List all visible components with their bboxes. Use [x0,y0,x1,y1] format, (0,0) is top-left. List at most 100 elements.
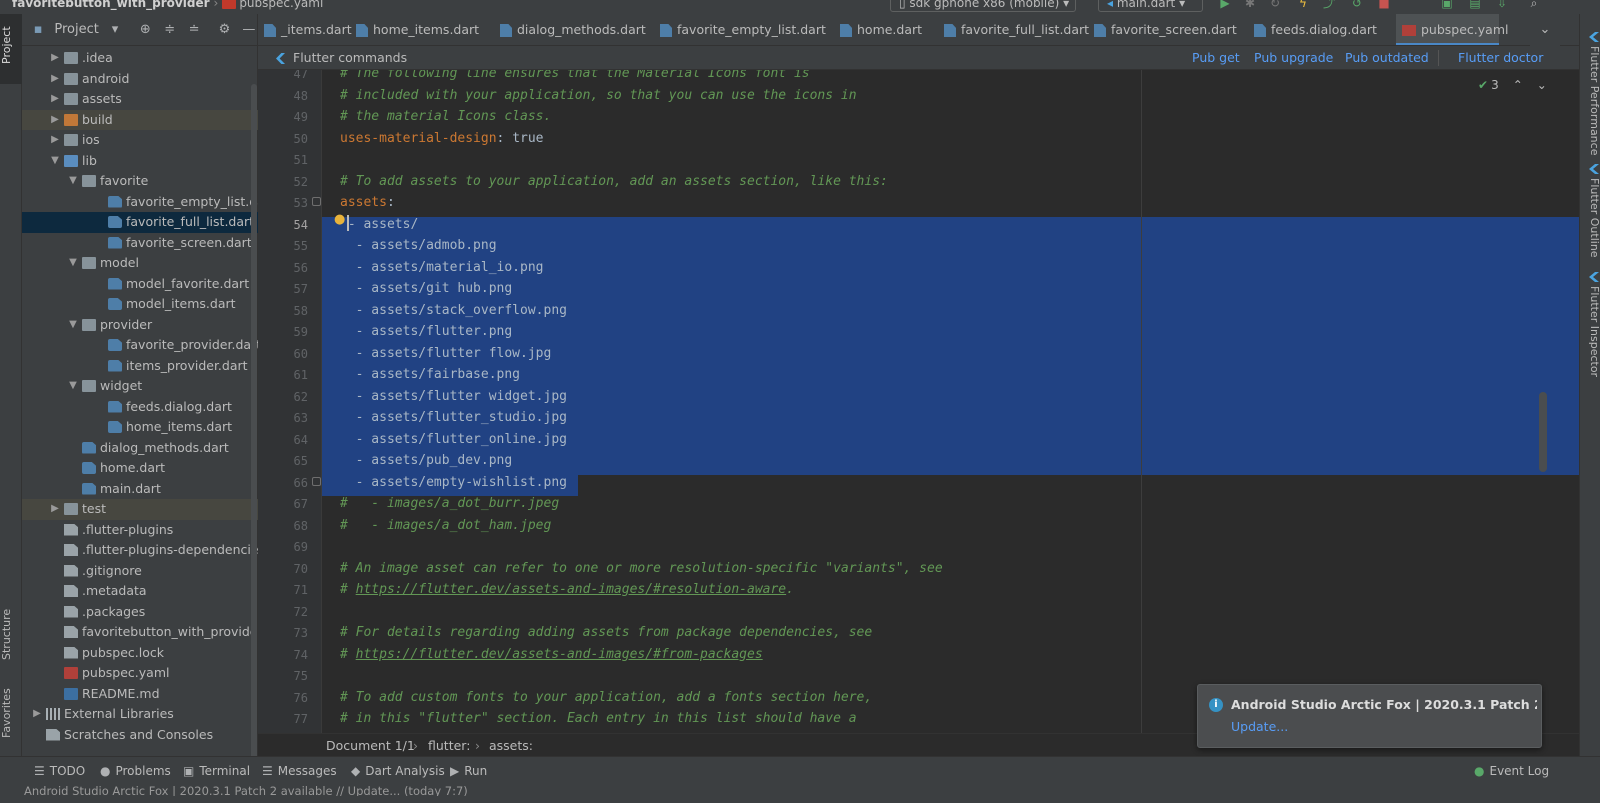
tree-item[interactable]: .flutter-plugins-dependencies [22,540,265,561]
tree-item[interactable]: feeds.dialog.dart [22,397,258,418]
fold-marker-icon[interactable] [312,477,321,486]
restart-icon[interactable]: ↺ [1350,0,1364,9]
inspection-widget[interactable]: ✔ 3 ⌃ ⌄ [1478,78,1547,92]
tree-item[interactable]: .gitignore [22,561,258,582]
chevron-down-icon[interactable]: ▼ [50,151,60,172]
fold-marker-icon[interactable] [312,197,321,206]
editor-tab[interactable]: favorite_full_list.dart [938,14,1089,45]
chevron-right-icon[interactable]: ▶ [50,110,60,131]
structure-tool-tab[interactable]: Structure [0,602,22,666]
tree-item[interactable]: items_provider.dart [22,356,258,377]
chevron-down-icon[interactable]: ▼ [68,376,78,397]
editor-scrollbar[interactable] [1539,392,1547,472]
tree-item[interactable]: ▼ widget [22,376,258,397]
editor-tab[interactable]: home_items.dart [350,14,492,45]
locate-icon[interactable]: ⊕ [137,22,153,37]
tree-item[interactable]: ▶ build [22,109,258,131]
chevron-right-icon[interactable]: ▶ [50,89,60,110]
editor-tab[interactable]: _items.dart [258,14,352,45]
project-name[interactable]: favoritebutton_with_provider [12,0,210,10]
run-tool-tab[interactable]: ▶ Run [450,763,487,779]
tree-item[interactable]: ▶ android [22,69,258,90]
chevron-down-icon[interactable]: ▼ [68,253,78,274]
avd-manager-icon[interactable]: ▤ [1468,0,1482,9]
collapse-all-icon[interactable]: ≐ [186,22,202,37]
tree-item[interactable]: home.dart [22,458,258,479]
chevron-right-icon[interactable]: ▶ [50,69,60,90]
tree-item[interactable]: ▼ provider [22,315,258,336]
sdk-manager-icon[interactable]: ▣ [1440,0,1454,9]
tree-item[interactable]: Scratches and Consoles [22,725,258,746]
tree-item[interactable]: .packages [22,602,258,623]
chevron-right-icon[interactable]: ▶ [32,704,42,725]
run-config-selector[interactable]: ◂ main.dart ▾ [1098,0,1203,12]
flutter-outline-tab[interactable]: Flutter Outline [1580,164,1600,274]
tree-item[interactable]: home_items.dart [22,417,258,438]
doc-link[interactable]: https://flutter.dev/assets-and-images/#f… [356,647,763,662]
project-tool-tab[interactable]: Project [0,14,22,84]
tree-item[interactable]: favorite_screen.dart [22,233,258,254]
tree-item[interactable]: ▼ favorite [22,171,258,192]
device-selector[interactable]: ▯ sdk gphone x86 (mobile) ▾ [890,0,1076,12]
debug-icon[interactable]: ✱ [1243,0,1257,9]
editor-tab[interactable]: favorite_screen.dart [1088,14,1246,45]
tree-item[interactable]: model_items.dart [22,294,258,315]
tree-item[interactable]: ▶ .idea [22,48,258,69]
tree-item[interactable]: ▶ test [22,499,258,520]
editor-tab[interactable]: feeds.dialog.dart [1248,14,1394,45]
editor-tab[interactable]: favorite_empty_list.dart [654,14,832,45]
tree-item[interactable]: model_favorite.dart [22,274,258,295]
tree-item[interactable]: .metadata [22,581,258,602]
event-log-tool-tab[interactable]: ● Event Log [1474,763,1549,779]
flutter-performance-tab[interactable]: Flutter Performance [1580,32,1600,162]
dart-analysis-tool-tab[interactable]: ◆ Dart Analysis [351,763,445,779]
breadcrumb-assets[interactable]: assets: [489,734,533,757]
tree-item[interactable]: favorite_empty_list.dart [22,192,275,213]
update-link[interactable]: Update... [1231,719,1288,734]
editor-tab[interactable]: home.dart [834,14,936,45]
code-editor[interactable]: 47 48 49 50 51 52 53 54 55 56 57 58 59 60 61 62 63 64 65 66… [258,70,1579,733]
problems-tool-tab[interactable]: ● Problems [100,763,171,779]
project-scrollbar[interactable] [251,84,257,764]
tree-item[interactable]: ▶ ios [22,130,258,151]
tree-item[interactable]: favoritebutton_with_provider.im [22,622,281,643]
sync-icon[interactable]: ⇩ [1495,0,1509,9]
pub-outdated-link[interactable]: Pub outdated [1345,46,1429,70]
tree-item[interactable]: ▶ assets [22,89,258,110]
tree-item[interactable]: favorite_provider.dart [22,335,261,356]
lightbulb-icon[interactable]: ● [334,213,345,227]
hide-icon[interactable]: — [241,22,257,37]
messages-tool-tab[interactable]: ☰ Messages [262,763,337,779]
chevron-right-icon[interactable]: ▶ [50,48,60,69]
doc-link[interactable]: https://flutter.dev/assets-and-images/#r… [356,582,786,597]
chevron-down-icon[interactable]: ▾ [107,22,123,37]
status-message[interactable]: Android Studio Arctic Fox | 2020.3.1 Pat… [24,784,468,796]
profile-icon[interactable]: ⤴ [1322,0,1336,9]
editor-tab[interactable]: dialog_methods.dart [494,14,652,45]
project-panel-title[interactable]: Project [54,22,98,37]
tree-item[interactable]: ▼ lib [22,151,258,172]
todo-tool-tab[interactable]: ☰ TODO [34,763,85,779]
chevron-down-icon[interactable]: ▼ [68,171,78,192]
terminal-tool-tab[interactable]: ▣ Terminal [183,763,250,779]
gear-icon[interactable]: ⚙ [216,22,232,37]
chevron-down-icon[interactable]: ⌄ [1537,78,1547,92]
tree-item[interactable]: .flutter-plugins [22,520,258,541]
editor-tab[interactable]: pubspec.yaml [1396,14,1508,45]
current-file-name[interactable]: pubspec.yaml [239,0,323,10]
chevron-up-icon[interactable]: ⌃ [1513,78,1523,92]
run-icon[interactable]: ▶ [1218,0,1232,9]
pub-upgrade-link[interactable]: Pub upgrade [1254,46,1333,70]
favorites-tool-tab[interactable]: Favorites [0,682,22,744]
breadcrumb-flutter[interactable]: flutter: [428,734,470,757]
hot-reload-icon[interactable]: ϟ [1296,0,1310,9]
tree-item[interactable]: ▶ External Libraries [22,704,258,725]
chevron-down-icon[interactable]: ▼ [68,315,78,336]
expand-all-icon[interactable]: ≑ [162,22,178,37]
stop-icon[interactable]: ■ [1377,0,1391,9]
chevron-right-icon[interactable]: ▶ [50,130,60,151]
chevron-right-icon[interactable]: ▶ [50,499,60,520]
flutter-inspector-tab[interactable]: Flutter Inspector [1580,272,1600,392]
tree-item[interactable]: pubspec.yaml [22,663,258,684]
document-indicator[interactable]: Document 1/1 [326,734,415,757]
